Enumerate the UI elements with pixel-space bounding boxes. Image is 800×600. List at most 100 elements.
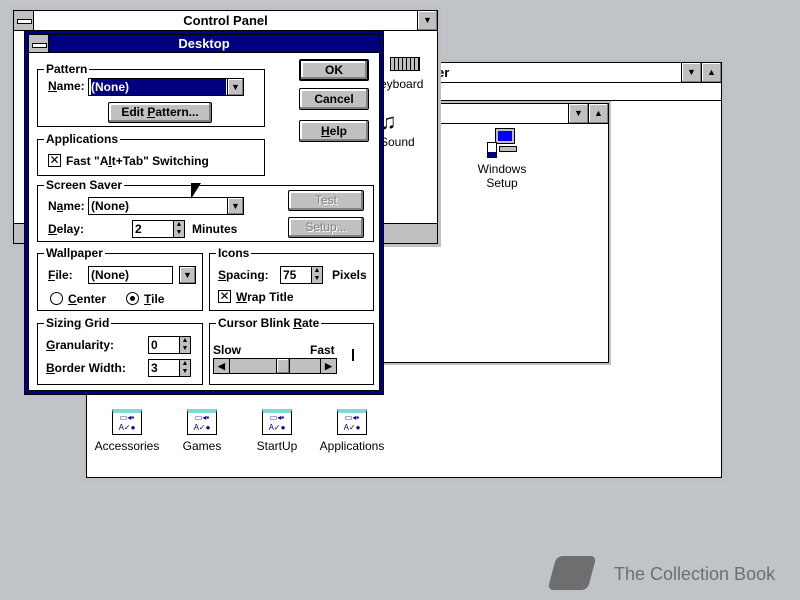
spacing-spinner[interactable]: ▲ ▼ [311, 266, 323, 284]
program-group-icon-item[interactable]: ▭◂▪ A✓● StartUp [237, 409, 317, 453]
help-button[interactable]: Help [299, 120, 369, 142]
slow-label: Slow [213, 343, 242, 357]
icons-legend: Icons [216, 246, 252, 260]
program-group-icon: ▭◂▪ A✓● [337, 409, 367, 435]
accelerator-underline [293, 328, 303, 329]
program-group-icon-item[interactable]: ▭◂▪ A✓● Games [162, 409, 242, 453]
screen-saver-dropdown-arrow[interactable]: ▼ [227, 197, 244, 215]
accelerator-underline [48, 91, 57, 92]
pattern-name-label: Name: [48, 79, 85, 93]
accelerator-underline [48, 234, 57, 235]
screen-saver-legend: Screen Saver [44, 178, 125, 192]
icon-label: Setup [486, 176, 518, 190]
system-menu-icon[interactable] [14, 11, 34, 30]
border-width-spinner[interactable]: ▲ ▼ [179, 359, 191, 377]
screen-saver-combo[interactable]: (None) [88, 197, 228, 215]
wrap-title-checkbox[interactable]: ✕ [218, 290, 231, 303]
spacing-unit: Pixels [332, 268, 367, 282]
tile-label[interactable]: Tile [144, 292, 164, 306]
accelerator-underline [46, 350, 56, 351]
sizing-grid-legend: Sizing Grid [44, 316, 112, 330]
accelerator-underline [48, 280, 56, 281]
blink-cursor-preview [352, 349, 354, 361]
center-radio[interactable] [50, 292, 63, 305]
pattern-name-combo[interactable]: (None) [88, 78, 228, 96]
edit-pattern-button[interactable]: Edit Pattern... [108, 102, 212, 123]
sound-item[interactable]: ♫ Sound [380, 109, 430, 149]
scroll-left-arrow[interactable]: ◀ [214, 359, 230, 373]
wallpaper-file-combo[interactable]: (None) [88, 266, 173, 284]
mouse-pointer-icon [191, 183, 201, 199]
system-menu-icon[interactable] [29, 35, 49, 52]
control-panel-title-bar[interactable]: Control Panel ▼ [14, 11, 437, 31]
edit-pattern-label: Edit Pattern... [121, 105, 199, 119]
spacing-label: Spacing: [218, 268, 269, 282]
delay-spinner[interactable]: ▲ ▼ [173, 220, 185, 238]
watermark: The Collection Book [547, 552, 798, 598]
program-manager-title: er [437, 65, 450, 80]
accelerator-underline [236, 302, 248, 303]
windows-setup-icon-item[interactable]: Windows Setup [462, 128, 542, 190]
fast-label: Fast [310, 343, 335, 357]
maximize-button[interactable]: ▲ [701, 63, 721, 82]
keyboard-icon [390, 57, 420, 71]
pattern-dropdown-arrow[interactable]: ▼ [227, 78, 244, 96]
accelerator-underline [218, 280, 227, 281]
program-group-icon: ▭◂▪ A✓● [262, 409, 292, 435]
windows-setup-icon [487, 128, 517, 160]
minimize-button[interactable]: ▼ [568, 104, 588, 123]
program-group-icon-item[interactable]: ▭◂▪ A✓● Applications [312, 409, 392, 453]
icon-label: eyboard [380, 77, 424, 91]
delay-input[interactable]: 2 [132, 220, 174, 238]
cursor-blink-legend: Cursor Blink Rate [216, 316, 322, 330]
keyboard-item[interactable]: eyboard [380, 57, 430, 91]
granularity-spinner[interactable]: ▲ ▼ [179, 336, 191, 354]
center-label[interactable]: Center [68, 292, 106, 306]
pattern-legend: Pattern [44, 62, 90, 76]
wallpaper-dropdown-arrow[interactable]: ▼ [179, 266, 196, 284]
tile-radio[interactable] [126, 292, 139, 305]
cancel-button[interactable]: Cancel [299, 88, 369, 110]
accelerator-underline [147, 117, 156, 118]
pattern-group: Pattern Name: (None) ▼ Edit Pattern... [37, 62, 265, 127]
fast-switching-checkbox[interactable]: ✕ [48, 154, 61, 167]
border-width-input[interactable]: 3 [148, 359, 180, 377]
desktop-dialog[interactable]: Desktop OK Cancel Help Pattern Name: (No… [24, 30, 384, 395]
blink-rate-scrollbar[interactable]: ◀ ▶ [213, 358, 337, 374]
accelerator-underline [46, 373, 55, 374]
program-group-icon: ▭◂▪ A✓● [112, 409, 142, 435]
ok-button[interactable]: OK [299, 59, 369, 81]
fast-switching-label[interactable]: Fast "Alt+Tab" Switching [66, 154, 209, 168]
combo-value: (None) [90, 79, 227, 95]
maximize-button[interactable]: ▲ [588, 104, 608, 123]
setup-button[interactable]: Setup... [288, 217, 364, 238]
help-button-label: Help [320, 124, 347, 138]
wrap-title-label[interactable]: Wrap Title [236, 290, 294, 304]
scroll-right-arrow[interactable]: ▶ [320, 359, 336, 373]
accelerator-underline [144, 304, 152, 305]
spacing-input[interactable]: 75 [280, 266, 312, 284]
granularity-label: Granularity: [46, 338, 115, 352]
blink-rate-thumb[interactable] [275, 359, 290, 373]
icon-label: Applications [319, 439, 385, 453]
wallpaper-group: Wallpaper File: (None) ▼ Center Tile [37, 246, 203, 311]
program-group-icon: ▭◂▪ A✓● [187, 409, 217, 435]
minimize-button[interactable]: ▼ [681, 63, 701, 82]
book-logo-icon [547, 556, 597, 590]
minimize-button[interactable]: ▼ [417, 11, 437, 30]
wallpaper-legend: Wallpaper [44, 246, 105, 260]
accelerator-underline [320, 136, 330, 137]
icon-label: StartUp [256, 439, 298, 453]
screen-saver-group: Screen Saver Name: (None) ▼ Delay: 2 ▲ ▼ … [37, 178, 374, 242]
dialog-title-bar[interactable]: Desktop [29, 35, 379, 53]
delay-label: Delay: [48, 222, 85, 236]
granularity-input[interactable]: 0 [148, 336, 180, 354]
test-button[interactable]: Test [288, 190, 364, 211]
delay-unit: Minutes [192, 222, 238, 236]
program-group-icon-item[interactable]: ▭◂▪ A✓● Accessories [87, 409, 167, 453]
accelerator-underline [68, 304, 77, 305]
icon-label: Sound [380, 135, 415, 149]
icon-label: Games [182, 439, 222, 453]
screen-saver-name-label: Name: [48, 199, 85, 213]
sizing-grid-group: Sizing Grid Granularity: 0 ▲ ▼ Border Wid… [37, 316, 203, 385]
